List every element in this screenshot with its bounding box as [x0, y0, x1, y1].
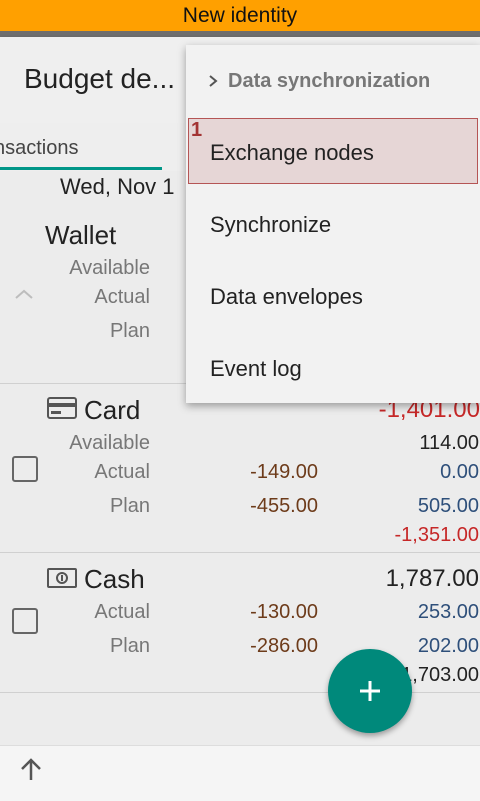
account-name-card[interactable]: Card: [84, 395, 140, 426]
cash-label-actual: Actual: [94, 601, 150, 623]
menu-header-label: Data synchronization: [228, 70, 431, 92]
card-plan-balance: 505.00: [417, 495, 479, 517]
account-name-wallet[interactable]: Wallet: [45, 220, 116, 251]
cash-actual-spent: -130.00: [250, 601, 318, 623]
menu-item-exchange-nodes[interactable]: Exchange nodes: [186, 117, 480, 189]
sync-menu: Data synchronization 1 Exchange nodes Sy…: [186, 45, 480, 403]
menu-item-event-log[interactable]: Event log: [186, 333, 480, 405]
plus-icon: [360, 681, 380, 701]
wallet-label-available: Available: [69, 257, 150, 279]
menu-item-data-envelopes[interactable]: Data envelopes: [186, 261, 480, 333]
card-label-available: Available: [69, 432, 150, 454]
menu-item-label: Data envelopes: [210, 284, 363, 309]
menu-item-label: Synchronize: [210, 212, 332, 237]
wallet-label-actual: Actual: [94, 286, 150, 308]
card-label-actual: Actual: [94, 461, 150, 483]
card-plan-spent: -455.00: [250, 495, 318, 517]
account-name-cash[interactable]: Cash: [84, 564, 145, 595]
add-transaction-button[interactable]: [328, 649, 412, 733]
wallet-label-plan: Plan: [109, 320, 150, 342]
tab-transactions[interactable]: nsactions: [0, 137, 79, 160]
menu-item-synchronize[interactable]: Synchronize: [186, 189, 480, 261]
date-header: Wed, Nov 1: [60, 174, 175, 199]
cash-label-plan: Plan: [109, 635, 150, 657]
active-tab-indicator: [0, 167, 162, 170]
menu-header-data-sync[interactable]: Data synchronization: [186, 45, 480, 117]
bottom-bar: [0, 745, 480, 801]
chevron-right-icon: [209, 75, 218, 87]
card-actual-spent: -149.00: [250, 461, 318, 483]
card-actual-balance: 0.00: [440, 461, 479, 483]
card-total-amount: -1,351.00: [394, 524, 479, 546]
cash-balance: 1,787.00: [385, 565, 479, 592]
cash-actual-balance: 253.00: [417, 601, 479, 623]
cash-plan-spent: -286.00: [250, 635, 318, 657]
page-title: Budget de...: [24, 63, 176, 94]
divider: [0, 552, 480, 553]
identity-banner: New identity: [0, 0, 480, 31]
card-available-amount: 114.00: [419, 432, 479, 454]
cash-icon: [47, 568, 77, 588]
credit-card-icon: [47, 397, 77, 419]
arrow-up-icon[interactable]: [18, 757, 44, 783]
menu-item-label: Event log: [210, 356, 302, 381]
menu-item-label: Exchange nodes: [210, 140, 374, 165]
card-label-plan: Plan: [109, 495, 150, 517]
